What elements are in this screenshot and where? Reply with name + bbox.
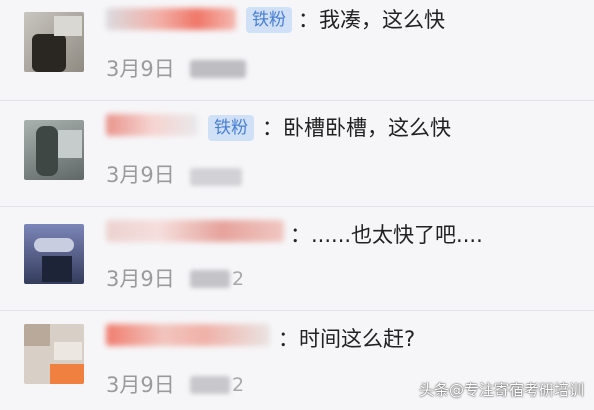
- comment-time-visible: 2: [232, 374, 245, 396]
- comment-text: ：时间这么赶?: [278, 327, 416, 351]
- comment-time-visible: 2: [232, 268, 245, 290]
- username-blurred[interactable]: [106, 8, 236, 30]
- comment-time-blurred: [190, 60, 246, 78]
- comment-item[interactable]: 铁粉 ：我凑，这么快 3月9日: [0, 0, 594, 101]
- comment-time-blurred: [190, 168, 242, 186]
- comment-text: ：我凑，这么快: [298, 8, 445, 32]
- avatar[interactable]: [24, 12, 84, 72]
- comment-time-blurred: [190, 376, 230, 394]
- username-blurred[interactable]: [106, 220, 284, 242]
- username-blurred[interactable]: [106, 324, 270, 346]
- avatar[interactable]: [24, 324, 84, 384]
- comment-text: ：......也太快了吧....: [290, 223, 483, 247]
- comment-date: 3月9日: [106, 267, 175, 291]
- comment-date: 3月9日: [106, 57, 175, 81]
- comment-item[interactable]: ：......也太快了吧.... 3月9日 2: [0, 206, 594, 311]
- comment-item[interactable]: 铁粉 ：卧槽卧槽，这么快 3月9日: [0, 100, 594, 207]
- comment-text: ：卧槽卧槽，这么快: [262, 116, 451, 140]
- fan-badge: 铁粉: [208, 115, 254, 141]
- username-blurred[interactable]: [106, 114, 198, 136]
- watermark: 头条@专注寄宿考研培训: [418, 381, 584, 399]
- comment-date: 3月9日: [106, 373, 175, 397]
- avatar[interactable]: [24, 224, 84, 284]
- avatar[interactable]: [24, 120, 84, 180]
- fan-badge: 铁粉: [246, 7, 292, 33]
- comment-date: 3月9日: [106, 163, 175, 187]
- comment-time-blurred: [190, 270, 230, 288]
